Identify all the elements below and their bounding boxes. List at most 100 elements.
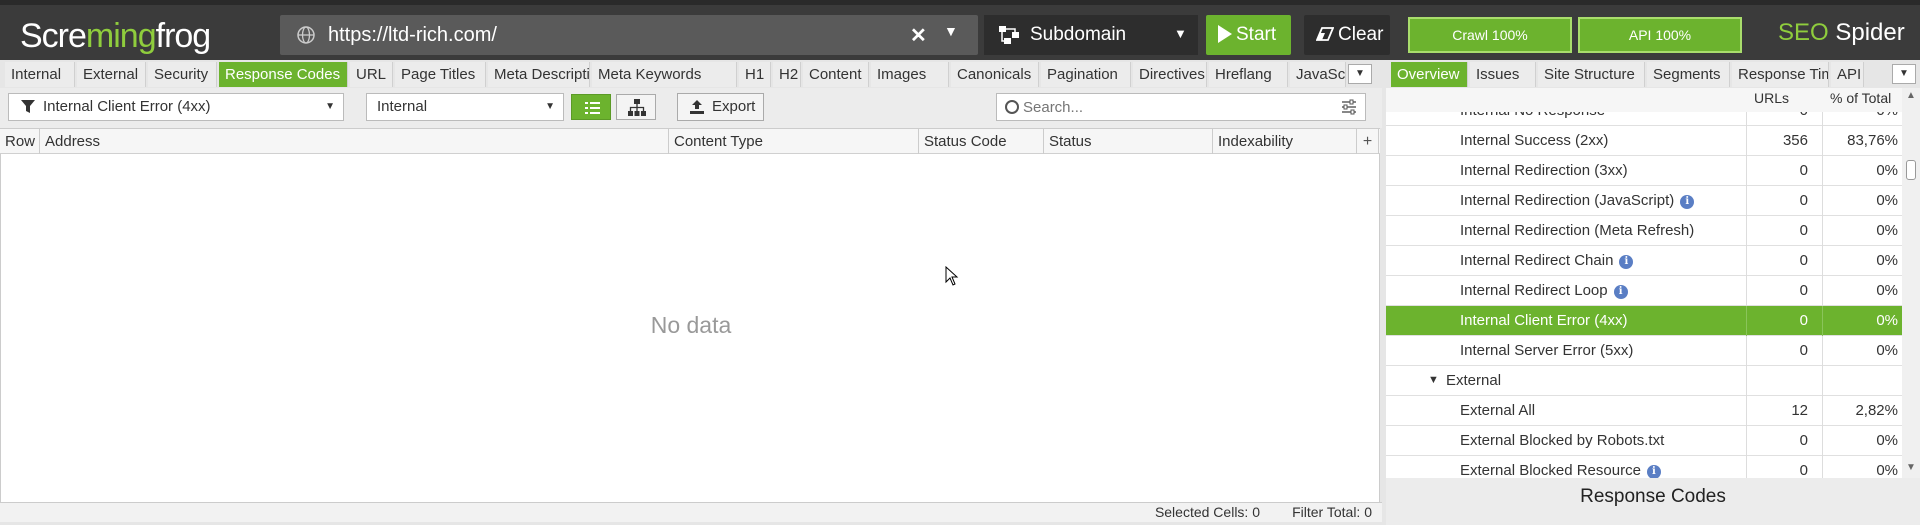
column-divider <box>1746 456 1747 478</box>
overview-row-internal-redirection-3xx[interactable]: Internal Redirection (3xx) 0 0% <box>1386 156 1902 186</box>
tab-site-structure[interactable]: Site Structure <box>1538 62 1645 87</box>
tab-canonicals[interactable]: Canonicals <box>951 62 1039 87</box>
tab-api[interactable]: API <box>1831 62 1864 87</box>
overview-row-label-text: Internal Server Error (5xx) <box>1460 342 1634 359</box>
api-progress-bar: API 100% <box>1578 17 1742 53</box>
more-tabs-icon[interactable]: ▼ <box>1892 64 1916 84</box>
tab-response-times[interactable]: Response Times <box>1732 62 1829 87</box>
overview-row-label: Internal Success (2xx) <box>1460 132 1608 149</box>
tab-images[interactable]: Images <box>871 62 949 87</box>
tab-hreflang[interactable]: Hreflang <box>1209 62 1288 87</box>
overview-row-internal-server-error-5xx[interactable]: Internal Server Error (5xx) 0 0% <box>1386 336 1902 366</box>
tab-page-titles[interactable]: Page Titles <box>395 62 486 87</box>
overview-row-percent: 83,76% <box>1847 132 1898 149</box>
overview-panel: URLs % of Total Internal No Response00%I… <box>1386 88 1920 525</box>
overview-row-percent: 0% <box>1876 312 1898 329</box>
scrollbar-thumb[interactable] <box>1906 160 1916 180</box>
chevron-down-icon: ▼ <box>545 101 555 112</box>
column-divider <box>1822 112 1823 126</box>
column-header-row[interactable]: Row <box>0 129 40 154</box>
url-input[interactable] <box>328 21 888 49</box>
column-header-indexability[interactable]: Indexability <box>1213 129 1357 154</box>
search-box[interactable] <box>996 93 1366 121</box>
tab-url[interactable]: URL <box>350 62 393 87</box>
overview-row-label: External Blocked Resource i <box>1460 462 1661 478</box>
overview-row-label-text: External Blocked Resource <box>1460 462 1641 478</box>
crawl-mode-select[interactable]: Subdomain ▼ <box>984 15 1198 55</box>
column-header-status[interactable]: Status <box>1044 129 1213 154</box>
overview-row-internal-no-response[interactable]: Internal No Response 0 0% <box>1386 112 1902 126</box>
tab-security[interactable]: Security <box>148 62 217 87</box>
tab-issues[interactable]: Issues <box>1470 62 1536 87</box>
column-divider <box>1746 396 1747 426</box>
tab-external[interactable]: External <box>77 62 146 87</box>
scroll-up-icon[interactable]: ▲ <box>1906 90 1916 101</box>
tab-javascr[interactable]: JavaScr <box>1290 62 1346 87</box>
info-icon[interactable]: i <box>1680 195 1695 209</box>
table-header: Row Address Content Type Status Code Sta… <box>0 128 1380 154</box>
filter-select[interactable]: Internal Client Error (4xx) ▼ <box>8 93 344 121</box>
add-column-icon[interactable]: + <box>1357 129 1379 154</box>
url-history-dropdown-icon[interactable]: ▼ <box>944 23 958 39</box>
overview-row-internal-redirect-loop[interactable]: Internal Redirect Loop i 0 0% <box>1386 276 1902 306</box>
selected-cells-count: Selected Cells: 0 <box>1154 504 1260 520</box>
tab-meta-keywords[interactable]: Meta Keywords <box>592 62 737 87</box>
overview-row-label-text: External All <box>1460 402 1536 419</box>
column-divider <box>1746 246 1747 276</box>
overview-row-urls: 0 <box>1799 342 1808 359</box>
info-icon[interactable]: i <box>1613 285 1628 299</box>
column-divider <box>1822 396 1823 426</box>
overview-row-urls: 0 <box>1799 162 1808 179</box>
column-header-percent-total[interactable]: % of Total <box>1824 88 1891 108</box>
overview-scrollbar[interactable]: ▲ ▼ <box>1902 88 1920 478</box>
overview-row-internal-client-error-4xx[interactable]: Internal Client Error (4xx) 0 0% <box>1386 306 1902 336</box>
tab-internal[interactable]: Internal <box>5 62 75 87</box>
tab-segments[interactable]: Segments <box>1647 62 1730 87</box>
overview-row-internal-redirection-javascript[interactable]: Internal Redirection (JavaScript) i 0 0% <box>1386 186 1902 216</box>
tab-h2[interactable]: H2 <box>773 62 801 87</box>
url-bar[interactable]: ✕ ▼ <box>280 15 978 55</box>
tree-view-button[interactable] <box>616 94 656 120</box>
search-options-icon[interactable] <box>1341 99 1357 115</box>
info-icon[interactable]: i <box>1646 465 1661 478</box>
search-input[interactable] <box>1023 97 1323 117</box>
tab-overview[interactable]: Overview <box>1391 62 1468 87</box>
overview-row-label: External Blocked by Robots.txt <box>1460 432 1664 449</box>
overview-row-external-blocked-by-robots-txt[interactable]: External Blocked by Robots.txt 0 0% <box>1386 426 1902 456</box>
info-icon[interactable]: i <box>1619 255 1634 269</box>
column-header-status-code[interactable]: Status Code <box>919 129 1044 154</box>
overview-row-external-all[interactable]: External All 12 2,82% <box>1386 396 1902 426</box>
more-tabs-icon[interactable]: ▼ <box>1348 64 1372 84</box>
tab-directives[interactable]: Directives <box>1133 62 1207 87</box>
expand-collapse-icon[interactable]: ▼ <box>1428 374 1439 386</box>
tab-meta-description[interactable]: Meta Description <box>488 62 590 87</box>
scope-select[interactable]: Internal ▼ <box>366 93 564 121</box>
overview-row-internal-redirection-meta-refresh[interactable]: Internal Redirection (Meta Refresh) 0 0% <box>1386 216 1902 246</box>
tab-content[interactable]: Content <box>803 62 869 87</box>
overview-row-percent: 0% <box>1876 162 1898 179</box>
clear-button[interactable]: Clear <box>1304 15 1390 55</box>
tab-response-codes[interactable]: Response Codes <box>219 62 348 87</box>
overview-row-external-blocked-resource[interactable]: External Blocked Resource i 0 0% <box>1386 456 1902 478</box>
clear-url-icon[interactable]: ✕ <box>910 23 927 48</box>
overview-group-external[interactable]: ▼ External <box>1386 366 1902 396</box>
overview-row-urls: 0 <box>1748 112 1808 119</box>
column-header-urls[interactable]: URLs <box>1748 88 1789 108</box>
overview-row-internal-success-2xx[interactable]: Internal Success (2xx) 356 83,76% <box>1386 126 1902 156</box>
export-button[interactable]: Export <box>677 93 764 121</box>
scroll-down-icon[interactable]: ▼ <box>1906 462 1916 473</box>
globe-icon <box>297 26 315 44</box>
list-view-button[interactable] <box>571 94 611 120</box>
column-header-content-type[interactable]: Content Type <box>669 129 919 154</box>
column-divider <box>1822 246 1823 276</box>
column-header-address[interactable]: Address <box>40 129 669 154</box>
tab-h1[interactable]: H1 <box>739 62 771 87</box>
start-button[interactable]: Start <box>1206 15 1291 55</box>
column-divider <box>1746 186 1747 216</box>
column-divider <box>1822 186 1823 216</box>
column-divider <box>1822 456 1823 478</box>
overview-row-label: Internal No Response <box>1460 112 1605 119</box>
filter-toolbar: Internal Client Error (4xx) ▼ Internal ▼… <box>0 88 1382 128</box>
tab-pagination[interactable]: Pagination <box>1041 62 1131 87</box>
overview-row-internal-redirect-chain[interactable]: Internal Redirect Chain i 0 0% <box>1386 246 1902 276</box>
